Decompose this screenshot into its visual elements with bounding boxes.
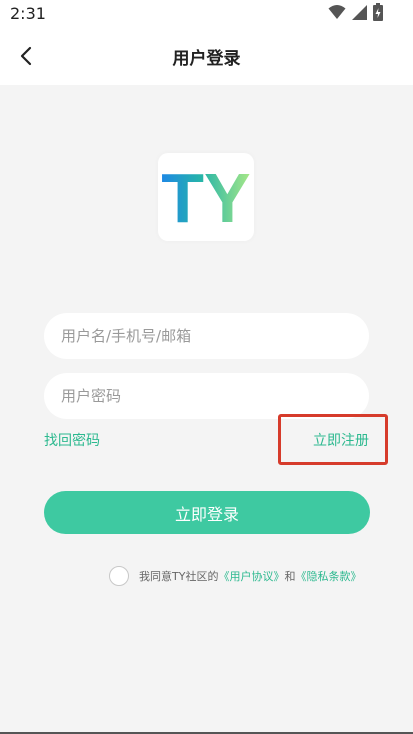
privacy-policy-link[interactable]: 《隐私条款》 (295, 568, 361, 584)
agreement-conjunction: 和 (284, 570, 296, 583)
agreement-row: 我同意TY社区的 《用户协议》 和 《隐私条款》 (109, 565, 361, 587)
password-field[interactable] (44, 373, 369, 419)
logo-text: TY (161, 159, 250, 237)
battery-icon (373, 3, 383, 25)
login-button[interactable]: 立即登录 (44, 491, 370, 534)
wifi-icon (328, 4, 346, 24)
app-header: 用户登录 (0, 30, 413, 85)
agreement-checkbox[interactable] (109, 566, 129, 586)
status-time: 2:31 (10, 4, 46, 23)
password-input[interactable] (61, 387, 341, 405)
status-icons (328, 3, 383, 25)
agreement-prefix: 我同意TY社区的 (139, 570, 219, 583)
signal-icon (352, 4, 367, 24)
page-title: 用户登录 (172, 49, 241, 69)
register-highlight: 立即注册 (278, 414, 388, 465)
app-logo: TY (158, 153, 254, 241)
register-link[interactable]: 立即注册 (313, 430, 369, 450)
username-input[interactable] (61, 327, 341, 345)
status-bar: 2:31 (0, 0, 413, 30)
login-content: TY 找回密码 立即注册 立即登录 我同意TY社区的 《用户协议》 和 《隐私条… (0, 85, 413, 732)
forgot-password-link[interactable]: 找回密码 (44, 430, 100, 450)
user-agreement-link[interactable]: 《用户协议》 (218, 568, 284, 584)
username-field[interactable] (44, 313, 369, 359)
